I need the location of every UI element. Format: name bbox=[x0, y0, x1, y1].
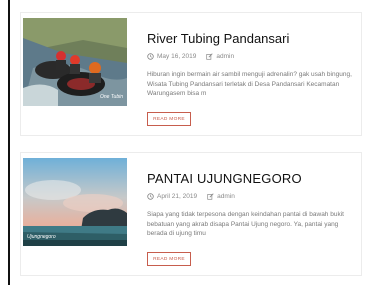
post-author[interactable]: admin bbox=[217, 193, 235, 200]
left-border-rule bbox=[8, 0, 10, 285]
post-title[interactable]: PANTAI UJUNGNEGORO bbox=[147, 171, 302, 186]
post-title[interactable]: River Tubing Pandansari bbox=[147, 31, 289, 46]
post-excerpt: Siapa yang tidak terpesona dengan keinda… bbox=[147, 211, 344, 237]
clock-icon bbox=[147, 53, 154, 60]
read-more-button[interactable]: READ MORE bbox=[147, 252, 191, 266]
edit-icon bbox=[207, 193, 214, 200]
post-meta: April 21, 2019 admin bbox=[147, 193, 235, 200]
read-more-button[interactable]: READ MORE bbox=[147, 112, 191, 126]
edit-icon bbox=[206, 53, 213, 60]
image-watermark: Ujungnegoro bbox=[27, 234, 56, 240]
post-card: One Tubin River Tubing Pandansari May 16… bbox=[20, 12, 362, 136]
post-thumbnail[interactable]: Ujungnegoro bbox=[23, 158, 127, 246]
post-author[interactable]: admin bbox=[216, 53, 234, 60]
post-card: Ujungnegoro PANTAI UJUNGNEGORO April 21,… bbox=[20, 152, 362, 276]
image-watermark: One Tubin bbox=[100, 94, 123, 100]
post-excerpt: Hiburan ingin bermain air sambil menguji… bbox=[147, 71, 352, 97]
post-date: May 16, 2019 bbox=[157, 53, 197, 60]
post-meta: May 16, 2019 admin bbox=[147, 53, 234, 60]
beach-sunset-photo-icon bbox=[23, 158, 127, 246]
post-date: April 21, 2019 bbox=[157, 193, 198, 200]
clock-icon bbox=[147, 193, 154, 200]
post-thumbnail[interactable]: One Tubin bbox=[23, 18, 127, 106]
river-tubing-photo-icon bbox=[23, 18, 127, 106]
